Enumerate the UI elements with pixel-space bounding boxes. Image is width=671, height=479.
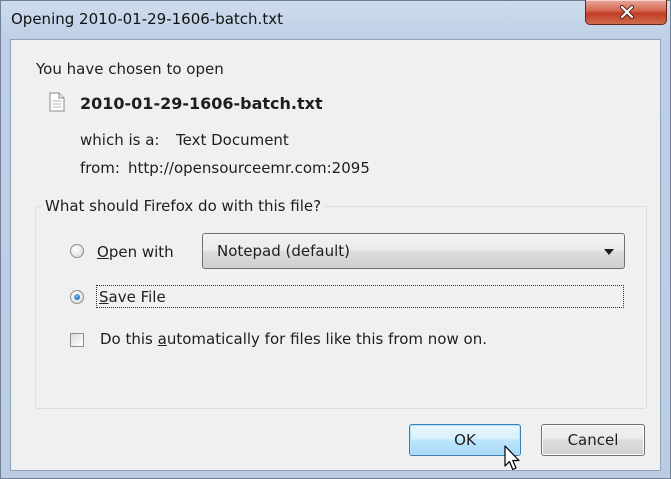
file-name: 2010-01-29-1606-batch.txt <box>80 94 323 113</box>
radio-selected-dot <box>74 294 80 300</box>
open-with-label-text: pen with <box>108 243 174 261</box>
save-file-radio[interactable] <box>70 290 84 304</box>
open-with-radio[interactable] <box>70 244 84 258</box>
application-dropdown-value: Notepad (default) <box>217 242 350 260</box>
file-type-label: which is a: <box>80 131 160 149</box>
close-button[interactable] <box>585 0 667 25</box>
title-bar[interactable]: Opening 2010-01-29-1606-batch.txt <box>1 0 670 37</box>
save-file-label[interactable]: Save File <box>99 288 166 306</box>
text-document-icon <box>49 92 65 112</box>
open-with-mnemonic: O <box>97 243 109 261</box>
window-title: Opening 2010-01-29-1606-batch.txt <box>11 10 283 28</box>
cancel-button[interactable]: Cancel <box>541 424 645 456</box>
auto-action-checkbox[interactable] <box>70 333 84 347</box>
focus-rectangle <box>96 285 624 308</box>
open-with-label[interactable]: Open with <box>97 243 174 261</box>
file-type-value: Text Document <box>176 131 289 149</box>
chevron-down-icon <box>604 249 614 255</box>
auto-action-label-post: utomatically for files like this from no… <box>166 330 487 348</box>
intro-text: You have chosen to open <box>36 60 224 78</box>
auto-action-mnemonic: a <box>157 330 167 348</box>
close-icon <box>620 5 634 19</box>
file-source-label: from: <box>80 159 120 177</box>
save-file-mnemonic: S <box>99 288 109 306</box>
application-dropdown[interactable]: Notepad (default) <box>202 233 625 269</box>
save-file-label-text: ave File <box>108 288 166 306</box>
auto-action-label[interactable]: Do this automatically for files like thi… <box>100 330 487 348</box>
mouse-pointer-icon <box>504 445 520 471</box>
dialog-content: You have chosen to open 2010-01-29-1606-… <box>10 39 661 471</box>
file-source-value: http://opensourceemr.com:2095 <box>128 159 370 177</box>
action-group-legend: What should Firefox do with this file? <box>45 197 322 215</box>
auto-action-label-pre: Do this <box>100 330 158 348</box>
dialog-window: Opening 2010-01-29-1606-batch.txt You ha… <box>0 0 671 479</box>
